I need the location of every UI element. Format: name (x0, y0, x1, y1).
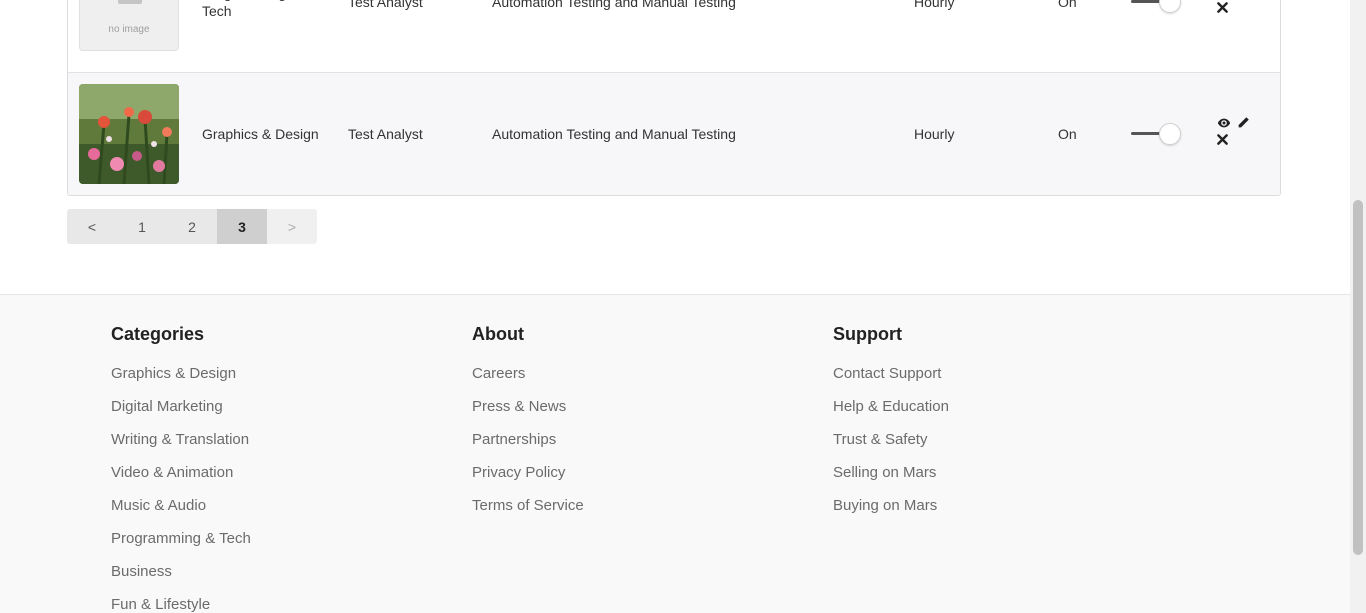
footer-link[interactable]: Fun & Lifestyle (111, 595, 251, 613)
footer-link[interactable]: Buying on Mars (833, 496, 949, 516)
status-toggle[interactable] (1131, 122, 1183, 146)
pagination-page-1[interactable]: 1 (117, 209, 167, 244)
eye-icon[interactable] (1217, 0, 1231, 1)
pagination: < 1 2 3 > (67, 209, 317, 244)
footer-link[interactable]: Selling on Mars (833, 463, 949, 483)
row-description: Automation Testing and Manual Testing (492, 0, 736, 10)
page: no image Programming & Tech Test Analyst… (0, 0, 1350, 613)
pagination-page-3[interactable]: 3 (217, 209, 267, 244)
toggle-track (1131, 132, 1161, 135)
close-icon[interactable] (1217, 134, 1228, 148)
footer-link[interactable]: Programming & Tech (111, 529, 251, 549)
row-rate-type: Hourly (914, 0, 955, 10)
row-title: Test Analyst (348, 0, 423, 10)
row-title: Test Analyst (348, 126, 423, 142)
toggle-track (1131, 0, 1161, 3)
footer-link[interactable]: Trust & Safety (833, 430, 949, 450)
pagination-next[interactable]: > (267, 209, 317, 244)
footer-about: About Careers Press & News Partnerships … (472, 322, 584, 529)
page-scrollbar[interactable] (1350, 0, 1366, 613)
footer-link[interactable]: Graphics & Design (111, 364, 251, 384)
row-description: Automation Testing and Manual Testing (492, 126, 736, 142)
footer-support-heading: Support (833, 324, 902, 344)
pagination-page-2[interactable]: 2 (167, 209, 217, 244)
table-row: no image Programming & Tech Test Analyst… (68, 0, 1280, 63)
footer-link[interactable]: Terms of Service (472, 496, 584, 516)
row-status: On (1058, 0, 1077, 10)
no-image-label: no image (108, 24, 150, 35)
footer-link[interactable]: Press & News (472, 397, 584, 417)
row-actions (1217, 0, 1257, 20)
footer-link[interactable]: Help & Education (833, 397, 949, 417)
footer-link[interactable]: Business (111, 562, 251, 582)
toggle-knob[interactable] (1159, 123, 1181, 145)
no-image-thumbnail: no image (79, 0, 179, 51)
footer-categories: Categories Graphics & Design Digital Mar… (111, 322, 251, 613)
row-status: On (1058, 126, 1077, 142)
row-category: Programming & Tech (202, 0, 299, 19)
row-actions (1217, 116, 1257, 152)
pagination-prev[interactable]: < (67, 209, 117, 244)
table-row: Graphics & Design Test Analyst Automatio… (68, 72, 1280, 195)
eye-icon[interactable] (1217, 116, 1231, 133)
gigs-table: no image Programming & Tech Test Analyst… (67, 0, 1281, 196)
row-rate-type: Hourly (914, 126, 955, 142)
footer-link[interactable]: Contact Support (833, 364, 949, 384)
footer: Categories Graphics & Design Digital Mar… (0, 294, 1350, 613)
footer-support: Support Contact Support Help & Education… (833, 322, 949, 529)
footer-link[interactable]: Privacy Policy (472, 463, 584, 483)
close-icon[interactable] (1217, 2, 1228, 16)
footer-about-heading: About (472, 324, 524, 344)
status-toggle[interactable] (1131, 0, 1183, 14)
pencil-icon[interactable] (1237, 116, 1250, 132)
footer-link[interactable]: Careers (472, 364, 584, 384)
footer-link[interactable]: Digital Marketing (111, 397, 251, 417)
footer-link[interactable]: Video & Animation (111, 463, 251, 483)
image-placeholder-icon (118, 0, 142, 4)
footer-link[interactable]: Music & Audio (111, 496, 251, 516)
footer-link[interactable]: Partnerships (472, 430, 584, 450)
scrollbar-thumb[interactable] (1353, 200, 1363, 555)
footer-link[interactable]: Writing & Translation (111, 430, 251, 450)
toggle-knob[interactable] (1159, 0, 1181, 13)
footer-categories-heading: Categories (111, 324, 205, 344)
row-category: Graphics & Design (202, 126, 319, 142)
flowers-thumbnail (79, 84, 179, 184)
